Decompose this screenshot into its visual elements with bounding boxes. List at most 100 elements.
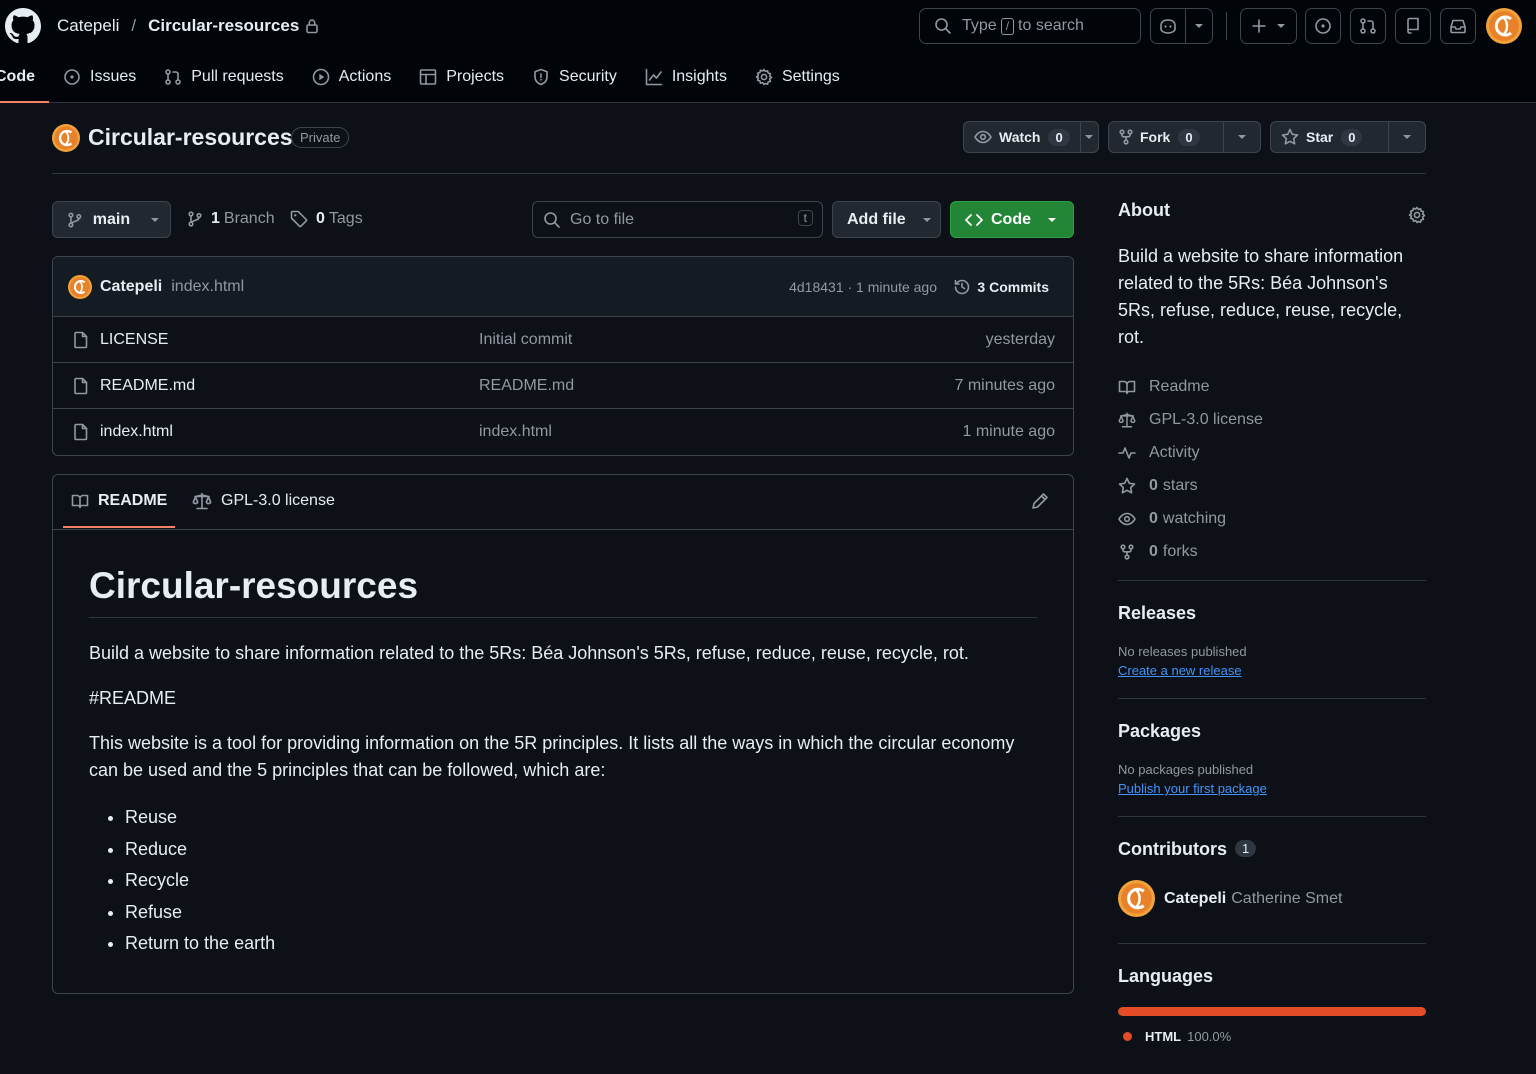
tab-code[interactable]: Code <box>0 58 49 103</box>
readme-link[interactable]: Readme <box>1118 370 1426 403</box>
list-item: Reduce <box>125 834 1037 866</box>
issue-icon <box>64 69 80 85</box>
commit-hash-time[interactable]: 4d18431 · 1 minute ago <box>789 279 937 295</box>
fork-button[interactable]: Fork 0 <box>1108 121 1261 153</box>
eye-icon <box>1118 512 1136 525</box>
add-file-label: Add file <box>847 210 906 228</box>
caret-down-icon <box>922 217 931 222</box>
pull-request-icon <box>165 69 182 85</box>
branches-link[interactable]: 1 Branch <box>187 210 275 228</box>
create-release-link[interactable]: Create a new release <box>1118 663 1426 678</box>
copilot-menu-button[interactable] <box>1185 8 1213 44</box>
tab-insights[interactable]: Insights <box>631 58 741 96</box>
file-commit-message[interactable]: Initial commit <box>479 331 572 349</box>
fork-dropdown[interactable] <box>1224 122 1260 152</box>
user-avatar[interactable] <box>1486 8 1522 44</box>
watching-link[interactable]: 0 watching <box>1118 502 1426 535</box>
commit-author[interactable]: Catepeli <box>100 278 162 296</box>
issues-button[interactable] <box>1305 8 1341 44</box>
search-icon <box>544 211 560 228</box>
edit-pencil-icon[interactable] <box>1031 492 1049 510</box>
file-commit-message[interactable]: README.md <box>479 377 574 395</box>
go-to-file-input[interactable]: Go to file t <box>532 201 823 238</box>
watch-dropdown[interactable] <box>1081 122 1098 152</box>
commits-link[interactable]: 3 Commits <box>953 278 1049 296</box>
contributors-heading[interactable]: Contributors 1 <box>1118 839 1426 860</box>
forks-link[interactable]: 0 forks <box>1118 535 1426 568</box>
file-name[interactable]: README.md <box>100 377 195 395</box>
contributor-avatar[interactable] <box>1118 880 1155 917</box>
tab-settings[interactable]: Settings <box>741 58 854 96</box>
tab-projects[interactable]: Projects <box>405 58 518 96</box>
law-icon <box>1118 412 1136 427</box>
tab-settings-label: Settings <box>781 68 840 85</box>
gear-icon[interactable] <box>1408 206 1426 224</box>
file-row[interactable]: index.html index.html 1 minute ago <box>53 409 1073 455</box>
file-name[interactable]: LICENSE <box>100 331 168 349</box>
repo-owner-avatar[interactable] <box>52 124 80 152</box>
list-item: Reuse <box>125 802 1037 834</box>
caret-down-icon <box>151 217 160 222</box>
star-dropdown[interactable] <box>1389 122 1425 152</box>
list-item: Recycle <box>125 865 1037 897</box>
inbox-button[interactable] <box>1440 8 1476 44</box>
shield-icon <box>534 68 548 86</box>
caret-down-icon <box>1048 217 1056 222</box>
file-commit-message[interactable]: index.html <box>479 423 552 441</box>
go-to-file-placeholder: Go to file <box>570 210 635 228</box>
tab-issues-label: Issues <box>90 68 137 85</box>
contributor-item[interactable]: Catepeli Catherine Smet <box>1118 880 1426 917</box>
file-row[interactable]: README.md README.md 7 minutes ago <box>53 363 1073 409</box>
list-item: Return to the earth <box>125 928 1037 960</box>
github-logo-icon[interactable] <box>5 8 41 44</box>
book-icon <box>71 494 89 509</box>
breadcrumb-owner[interactable]: Catepeli <box>57 16 119 36</box>
table-icon <box>419 69 437 85</box>
releases-title[interactable]: Releases <box>1118 603 1426 624</box>
file-name[interactable]: index.html <box>100 423 173 441</box>
tab-security-label: Security <box>559 68 617 85</box>
create-new-button[interactable] <box>1240 8 1297 44</box>
commit-author-avatar[interactable] <box>68 274 92 299</box>
publish-package-link[interactable]: Publish your first package <box>1118 781 1426 796</box>
activity-link[interactable]: Activity <box>1118 436 1426 469</box>
star-button[interactable]: Star 0 <box>1270 121 1426 153</box>
global-search-input[interactable]: Type / to search <box>919 8 1141 44</box>
repositories-button[interactable] <box>1395 8 1431 44</box>
tab-license[interactable]: GPL-3.0 license <box>192 492 335 510</box>
repo-header-divider <box>52 173 1426 174</box>
branch-selector[interactable]: main <box>52 201 171 238</box>
tab-security[interactable]: Security <box>518 58 631 96</box>
tab-projects-label: Projects <box>446 68 505 85</box>
tab-readme[interactable]: README <box>71 492 167 510</box>
global-header: Catepeli / Circular-resources Type / to … <box>0 0 1536 103</box>
tab-pull-requests[interactable]: Pull requests <box>150 58 298 96</box>
file-row[interactable]: LICENSE Initial commit yesterday <box>53 317 1073 363</box>
breadcrumb-repo[interactable]: Circular-resources <box>148 16 299 36</box>
watch-label: Watch <box>999 129 1041 145</box>
tags-link[interactable]: 0 Tags <box>290 210 363 228</box>
language-item[interactable]: HTML 100.0% <box>1123 1029 1426 1044</box>
watch-button[interactable]: Watch 0 <box>963 121 1099 153</box>
pull-requests-button[interactable] <box>1350 8 1386 44</box>
commit-message[interactable]: index.html <box>171 278 244 296</box>
branch-icon <box>68 212 82 227</box>
star-count: 0 <box>1341 128 1363 146</box>
sidebar-divider <box>1118 943 1426 944</box>
readme-paragraph: #README <box>89 688 177 708</box>
inbox-icon <box>1450 19 1466 34</box>
stars-link[interactable]: 0 stars <box>1118 469 1426 502</box>
watching-label: watching <box>1162 509 1227 527</box>
copilot-button[interactable] <box>1150 8 1186 44</box>
watching-count: 0 <box>1149 509 1158 527</box>
code-button[interactable]: Code <box>950 201 1074 238</box>
file-age: 1 minute ago <box>962 423 1055 440</box>
repo-title[interactable]: Circular-resources <box>88 124 293 151</box>
tab-issues[interactable]: Issues <box>49 58 150 96</box>
search-icon <box>935 18 951 34</box>
packages-title[interactable]: Packages <box>1118 721 1426 742</box>
license-link[interactable]: GPL-3.0 license <box>1118 403 1426 436</box>
tab-actions[interactable]: Actions <box>298 58 405 96</box>
add-file-button[interactable]: Add file <box>832 201 941 238</box>
repo-icon <box>1407 17 1419 34</box>
